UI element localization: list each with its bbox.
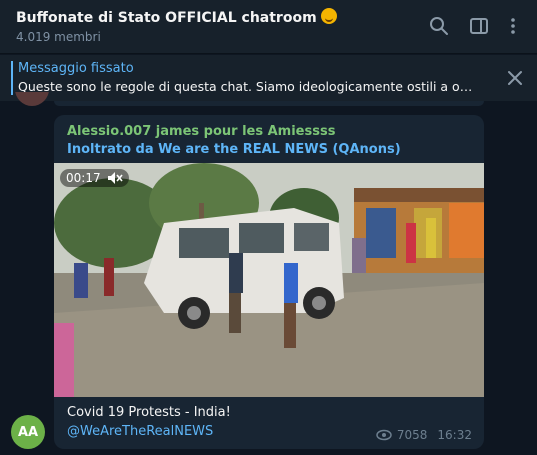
pinned-title: Messaggio fissato bbox=[18, 61, 134, 76]
message-meta: 7058 16:32 bbox=[376, 428, 472, 442]
forwarded-from[interactable]: Inoltrato da We are the REAL NEWS (QAnon… bbox=[67, 142, 401, 157]
mention-link[interactable]: @WeAreTheRealNEWS bbox=[67, 424, 213, 439]
pinned-text: Queste sono le regole di questa chat. Si… bbox=[18, 79, 478, 94]
pinned-accent-bar bbox=[11, 61, 13, 95]
member-count: 4.019 membri bbox=[16, 30, 101, 44]
message-time: 16:32 bbox=[437, 428, 472, 442]
face-emoji-icon bbox=[320, 8, 337, 24]
avatar-initials: AA bbox=[17, 424, 39, 440]
search-icon[interactable] bbox=[429, 16, 449, 36]
view-count: 7058 bbox=[396, 428, 428, 442]
message-bubble[interactable]: Alessio.007 james pour les Amiessss Inol… bbox=[54, 115, 484, 449]
message-author[interactable]: Alessio.007 james pour les Amiessss bbox=[67, 124, 335, 139]
message-caption: Covid 19 Protests - India! bbox=[67, 405, 231, 420]
previous-message-bubble[interactable] bbox=[54, 101, 484, 106]
previous-avatar[interactable] bbox=[15, 92, 49, 106]
sidebar-toggle-icon[interactable] bbox=[469, 16, 489, 36]
video-duration: 00:17 bbox=[66, 171, 101, 185]
video-frame bbox=[54, 163, 484, 397]
eye-icon bbox=[376, 429, 392, 441]
chat-title-text: Buffonate di Stato OFFICIAL chatroom bbox=[16, 10, 317, 26]
close-icon[interactable] bbox=[507, 70, 523, 86]
speaker-muted-icon[interactable] bbox=[107, 171, 123, 185]
video-player[interactable]: 00:17 bbox=[54, 163, 484, 397]
more-vertical-icon[interactable] bbox=[503, 16, 523, 36]
chat-header[interactable]: Buffonate di Stato OFFICIAL chatroom 4.0… bbox=[0, 0, 537, 54]
pinned-message-bar[interactable]: Messaggio fissato Queste sono le regole … bbox=[0, 55, 537, 101]
avatar[interactable]: AA bbox=[11, 415, 45, 449]
chat-title[interactable]: Buffonate di Stato OFFICIAL chatroom bbox=[16, 8, 337, 26]
video-duration-badge[interactable]: 00:17 bbox=[60, 169, 129, 187]
